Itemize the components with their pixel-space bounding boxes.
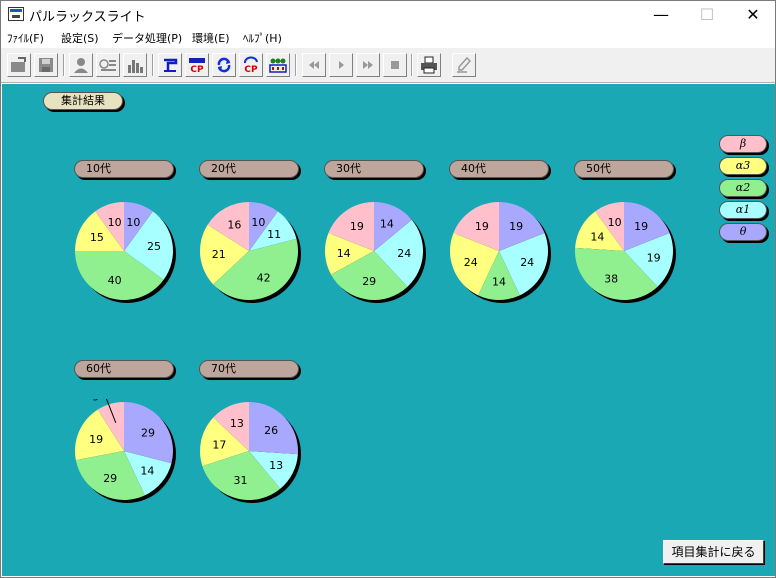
menu-data-processing[interactable]: データ処理(P)	[112, 30, 182, 46]
slice-value-label: 10	[251, 216, 265, 229]
slice-value-label: 25	[147, 240, 161, 253]
slice-value-label: 19	[647, 252, 661, 265]
toolbar-separator	[63, 54, 65, 76]
slice-value-label: 16	[227, 218, 241, 231]
slice-value-label: 9	[92, 399, 99, 403]
toolbar: CP CP	[1, 48, 775, 83]
slice-value-label: 24	[464, 256, 478, 269]
slice-value-label: 17	[212, 438, 226, 451]
slice-value-label: 24	[397, 247, 411, 260]
menu-help[interactable]: ﾍﾙﾌﾟ(H)	[243, 30, 282, 46]
slice-value-label: 14	[590, 230, 604, 243]
summary-label: 集計結果	[43, 92, 123, 110]
first-icon[interactable]	[302, 53, 326, 77]
cp-icon[interactable]: CP	[185, 53, 209, 77]
svg-text:CP: CP	[190, 65, 204, 74]
slice-value-label: 29	[362, 275, 376, 288]
slice-value-label: 29	[103, 472, 117, 485]
slice-value-label: 31	[234, 474, 248, 487]
slice-value-label: 14	[380, 218, 394, 231]
menu-file[interactable]: ﾌｧｲﾙ(F)	[7, 30, 44, 46]
legend-alpha1: α1	[719, 201, 767, 219]
histogram-icon[interactable]	[123, 53, 147, 77]
open-icon[interactable]	[7, 53, 31, 77]
slice-value-label: 14	[337, 247, 351, 260]
legend-alpha3: α3	[719, 157, 767, 175]
slice-value-label: 29	[141, 426, 155, 439]
card-icon[interactable]	[96, 53, 120, 77]
slice-value-label: 19	[634, 220, 648, 233]
minimize-button[interactable]: —	[638, 1, 684, 28]
refresh-icon[interactable]	[212, 53, 236, 77]
menu-environment[interactable]: 環境(E)	[192, 30, 230, 46]
app-icon[interactable]	[8, 7, 24, 21]
legend-alpha2: α2	[719, 179, 767, 197]
legend-theta: θ	[719, 223, 767, 241]
slice-value-label: 10	[608, 216, 622, 229]
maximize-button: ☐	[699, 5, 715, 24]
slice-value-label: 14	[492, 275, 506, 288]
slice-value-label: 19	[509, 220, 523, 233]
chart-title-30s: 30代	[324, 160, 424, 178]
pie-chart-50s: 10 14 38 19 19	[575, 202, 676, 303]
slice-value-label: 42	[257, 272, 271, 285]
legend-beta: β	[719, 135, 767, 153]
svg-text:CP: CP	[244, 65, 258, 74]
app-window: パルラックスライト — ☐ ✕ ﾌｧｲﾙ(F) 設定(S) データ処理(P) 環…	[0, 0, 776, 578]
slice-value-label: 38	[604, 273, 618, 286]
menu-settings[interactable]: 設定(S)	[61, 30, 99, 46]
stop-icon[interactable]	[383, 53, 407, 77]
back-to-item-summary-button[interactable]: 項目集計に戻る	[663, 540, 764, 564]
chart-title-70s: 70代	[199, 360, 299, 378]
save-icon[interactable]	[34, 53, 58, 77]
pie-chart-60s: 9 19 29 14 29	[75, 399, 176, 503]
person-icon[interactable]	[69, 53, 93, 77]
chart-title-50s: 50代	[574, 160, 674, 178]
edit-icon[interactable]	[452, 53, 476, 77]
cup-icon[interactable]	[158, 53, 182, 77]
slice-value-label: 24	[520, 256, 534, 269]
prev-icon[interactable]	[329, 53, 353, 77]
window-title: パルラックスライト	[29, 10, 146, 25]
chart-title-20s: 20代	[199, 160, 299, 178]
pie-chart-40s: 19 24 14 24 19	[449, 202, 551, 303]
pie-chart-70s: 13 17 31 13 26	[200, 402, 301, 503]
slice-value-label: 19	[475, 220, 489, 233]
results-panel: 集計結果 10代 20代 30代 40代 50代 60代 70代 10 15 40 2…	[2, 84, 775, 576]
print-icon[interactable]	[417, 53, 441, 77]
slice-value-label: 13	[269, 459, 283, 472]
pie-chart-30s: 19 14 29 24 14	[324, 202, 426, 303]
title-bar: パルラックスライト — ☐ ✕	[1, 1, 775, 28]
slice-value-label: 10	[126, 216, 140, 229]
slice-value-label: 15	[90, 231, 104, 244]
toolbar-separator	[295, 54, 297, 76]
pie-chart-10s: 10 15 40 25 10	[75, 202, 176, 303]
slice-value-label: 10	[108, 216, 122, 229]
slice-value-label: 26	[264, 424, 278, 437]
refresh-cp-icon[interactable]: CP	[239, 53, 263, 77]
slice-value-label: 13	[230, 417, 244, 430]
slice-value-label: 14	[140, 464, 154, 477]
toolbar-separator	[152, 54, 154, 76]
chart-title-10s: 10代	[74, 160, 174, 178]
chart-title-40s: 40代	[449, 160, 549, 178]
pie-chart-20s: 16 21 42 1110	[200, 202, 301, 303]
slice-value-label: 11	[267, 228, 281, 241]
slice-value-label: 19	[89, 433, 103, 446]
slice-value-label: 40	[108, 274, 122, 287]
next-icon[interactable]	[356, 53, 380, 77]
toolbar-separator	[411, 54, 413, 76]
slice-value-label: 21	[212, 248, 226, 261]
chart-title-60s: 60代	[74, 360, 174, 378]
menu-bar: ﾌｧｲﾙ(F) 設定(S) データ処理(P) 環境(E) ﾍﾙﾌﾟ(H)	[1, 28, 775, 48]
close-button[interactable]: ✕	[730, 1, 776, 28]
slice-value-label: 19	[350, 220, 364, 233]
group-icon[interactable]	[266, 53, 290, 77]
